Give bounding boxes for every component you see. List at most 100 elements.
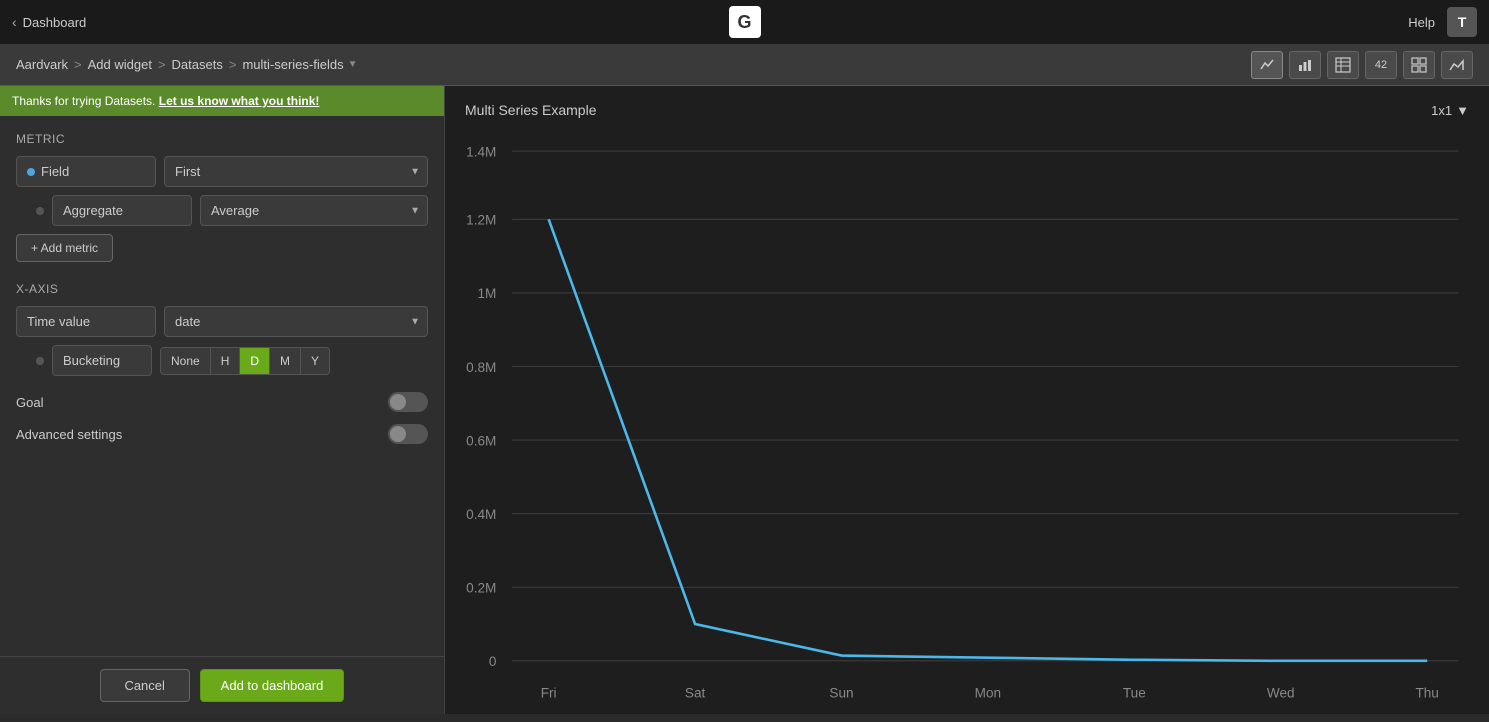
number-icon: 42 <box>1375 59 1387 71</box>
x-label-wed: Wed <box>1267 686 1295 701</box>
x-label-mon: Mon <box>975 686 1001 701</box>
chart-area: 0 0.2M 0.4M 0.6M 0.8M 1M 1.2M 1.4M <box>465 130 1469 719</box>
g-logo: G <box>729 6 761 38</box>
chevron-down-icon: ▼ <box>348 59 358 70</box>
bucketing-dot-icon <box>36 357 44 365</box>
aggregate-select[interactable]: Average Sum Count Min Max <box>200 195 428 226</box>
advanced-row: Advanced settings <box>16 424 428 444</box>
metric-field-row: Field First Second Third <box>16 156 428 187</box>
breadcrumb-sep-2: > <box>158 57 166 72</box>
y-label-0: 0 <box>489 654 497 669</box>
x-label-tue: Tue <box>1123 686 1146 701</box>
advanced-toggle[interactable] <box>388 424 428 444</box>
table-icon <box>1335 57 1351 73</box>
banner-link[interactable]: Let us know what you think! <box>159 94 320 108</box>
breadcrumb-dataset-selector[interactable]: multi-series-fields ▼ <box>242 57 357 72</box>
banner: Thanks for trying Datasets. Let us know … <box>0 86 444 116</box>
add-metric-button[interactable]: + Add metric <box>16 234 113 262</box>
xaxis-type-label: Time value <box>16 306 156 337</box>
banner-text: Thanks for trying Datasets. <box>12 94 155 108</box>
breadcrumb-aardvark[interactable]: Aardvark <box>16 57 68 72</box>
xaxis-type-text: Time value <box>27 314 90 329</box>
xaxis-field-row: Time value date timestamp <box>16 306 428 337</box>
area-chart-icon-btn[interactable] <box>1441 51 1473 79</box>
user-avatar[interactable]: T <box>1447 7 1477 37</box>
aggregate-row: Aggregate Average Sum Count Min Max <box>16 195 428 226</box>
bucketing-options: None H D M Y <box>160 347 330 375</box>
x-label-thu: Thu <box>1415 686 1438 701</box>
bucketing-row: Bucketing None H D M Y <box>16 345 428 376</box>
goal-row: Goal <box>16 392 428 412</box>
breadcrumb-sep-3: > <box>229 57 237 72</box>
bar-chart-icon-btn[interactable] <box>1289 51 1321 79</box>
breadcrumb: Aardvark > Add widget > Datasets > multi… <box>16 57 358 72</box>
field-select[interactable]: First Second Third <box>164 156 428 187</box>
grid-icon-btn[interactable] <box>1403 51 1435 79</box>
right-panel: Multi Series Example 1x1 ▼ 0 0.2M 0.4M 0… <box>445 86 1489 714</box>
nav-dashboard-label[interactable]: Dashboard <box>23 15 87 30</box>
field-select-wrapper: First Second Third <box>164 156 428 187</box>
add-to-dashboard-button[interactable]: Add to dashboard <box>200 669 345 702</box>
table-icon-btn[interactable] <box>1327 51 1359 79</box>
x-label-fri: Fri <box>541 686 557 701</box>
xaxis-select[interactable]: date timestamp <box>164 306 428 337</box>
aggregate-select-wrapper: Average Sum Count Min Max <box>200 195 428 226</box>
bucket-m[interactable]: M <box>270 348 301 374</box>
number-icon-btn[interactable]: 42 <box>1365 51 1397 79</box>
grid-icon <box>1411 57 1427 73</box>
y-label-02m: 0.2M <box>466 580 496 595</box>
advanced-toggle-knob <box>390 426 406 442</box>
indent-dot-icon <box>36 207 44 215</box>
y-label-04m: 0.4M <box>466 507 496 522</box>
xaxis-section: X-Axis Time value date timestamp Bucketi <box>16 282 428 376</box>
help-label[interactable]: Help <box>1408 15 1435 30</box>
breadcrumb-datasets[interactable]: Datasets <box>172 57 223 72</box>
nav-left: ‹ Dashboard <box>12 14 86 30</box>
y-label-08m: 0.8M <box>466 360 496 375</box>
cancel-button[interactable]: Cancel <box>100 669 190 702</box>
y-label-12m: 1.2M <box>466 213 496 228</box>
bucket-h[interactable]: H <box>211 348 241 374</box>
xaxis-section-label: X-Axis <box>16 282 428 296</box>
size-chevron-icon: ▼ <box>1456 103 1469 118</box>
panel-footer: Cancel Add to dashboard <box>0 656 444 714</box>
advanced-label: Advanced settings <box>16 427 122 442</box>
field-text: Field <box>41 164 69 179</box>
back-arrow-icon[interactable]: ‹ <box>12 14 17 30</box>
nav-right: Help T <box>1408 7 1477 37</box>
breadcrumb-bar: Aardvark > Add widget > Datasets > multi… <box>0 44 1489 86</box>
goal-label: Goal <box>16 395 43 410</box>
xaxis-select-wrapper: date timestamp <box>164 306 428 337</box>
metric-section-label: Metric <box>16 132 428 146</box>
y-label-14m: 1.4M <box>466 144 496 159</box>
bucket-none[interactable]: None <box>161 348 211 374</box>
toolbar-icons: 42 <box>1251 51 1473 79</box>
chart-svg: 0 0.2M 0.4M 0.6M 0.8M 1M 1.2M 1.4M <box>465 130 1469 719</box>
bucket-y[interactable]: Y <box>301 348 329 374</box>
aggregate-text: Aggregate <box>63 203 123 218</box>
x-label-sun: Sun <box>829 686 853 701</box>
goal-toggle[interactable] <box>388 392 428 412</box>
left-panel: Thanks for trying Datasets. Let us know … <box>0 86 445 714</box>
y-label-1m: 1M <box>477 286 496 301</box>
size-selector[interactable]: 1x1 ▼ <box>1431 103 1469 118</box>
breadcrumb-add-widget[interactable]: Add widget <box>88 57 152 72</box>
aggregate-label: Aggregate <box>52 195 192 226</box>
field-label: Field <box>16 156 156 187</box>
panel-body: Metric Field First Second Third Ag <box>0 116 444 656</box>
top-nav: ‹ Dashboard G Help T <box>0 0 1489 44</box>
bucketing-label: Bucketing <box>52 345 152 376</box>
chart-title: Multi Series Example <box>465 102 597 118</box>
line-chart-icon <box>1259 57 1275 73</box>
field-dot-icon <box>27 168 35 176</box>
line-chart-icon-btn[interactable] <box>1251 51 1283 79</box>
x-label-sat: Sat <box>685 686 706 701</box>
bar-chart-icon <box>1297 57 1313 73</box>
breadcrumb-sep-1: > <box>74 57 82 72</box>
area-chart-icon <box>1449 57 1465 73</box>
nav-center: G <box>729 6 761 38</box>
y-label-06m: 0.6M <box>466 433 496 448</box>
chart-header: Multi Series Example 1x1 ▼ <box>465 102 1469 118</box>
bucket-d[interactable]: D <box>240 348 270 374</box>
size-label: 1x1 <box>1431 103 1452 118</box>
